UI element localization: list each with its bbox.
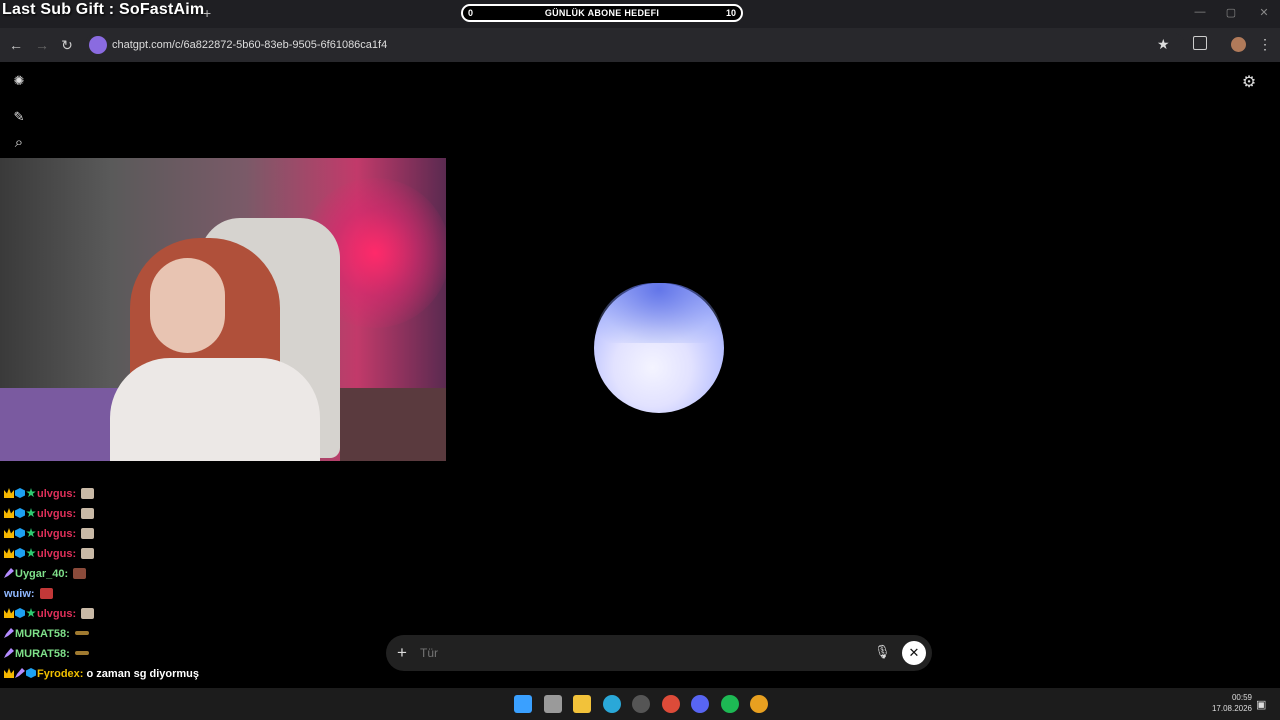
chat-username[interactable]: Uygar_40 <box>15 568 65 580</box>
voice-mode-orb-highlight <box>594 283 724 343</box>
chat-username[interactable]: ulvgus <box>37 528 72 540</box>
notification-icon[interactable]: ▣ <box>1256 698 1266 711</box>
chat-text: o zaman sg diyormuş <box>86 668 200 680</box>
chat-emote <box>81 488 95 499</box>
streamer-webcam <box>0 158 446 461</box>
sword-badge-icon <box>4 568 14 578</box>
cube-badge-icon <box>15 508 25 518</box>
obs-icon[interactable] <box>632 695 650 713</box>
chat-username[interactable]: ulvgus <box>37 488 72 500</box>
reload-button[interactable]: ↻ <box>58 36 76 54</box>
forward-button[interactable]: → <box>33 36 51 54</box>
extensions-icon[interactable] <box>1193 36 1207 50</box>
chat-message: Fyrodex: o zaman sg diyormuş <box>4 668 199 680</box>
site-info-icon[interactable] <box>89 36 107 54</box>
subscriber-goal-bar: 0 GÜNLÜK ABONE HEDEFI 10 <box>461 4 743 22</box>
chat-emote <box>74 651 89 655</box>
chat-emote <box>39 588 53 599</box>
cube-badge-icon <box>15 528 25 538</box>
cube-badge-icon <box>15 548 25 558</box>
chat-emote <box>81 608 95 619</box>
chat-message: ulvgus: <box>4 608 95 620</box>
crown-badge-icon <box>4 608 14 618</box>
mic-off-icon[interactable]: 🎙 <box>874 644 891 660</box>
browser-menu-icon[interactable]: ⋮ <box>1258 36 1272 53</box>
chat-message: MURAT58: <box>4 628 89 640</box>
star-badge-icon <box>26 608 36 618</box>
edge-icon[interactable] <box>603 695 621 713</box>
crown-badge-icon <box>4 528 14 538</box>
chat-message: wuiw: <box>4 588 53 600</box>
chat-message: ulvgus: <box>4 548 95 560</box>
cube-badge-icon <box>15 488 25 498</box>
profile-avatar[interactable] <box>1231 37 1246 52</box>
chat-message: ulvgus: <box>4 528 95 540</box>
chat-message: Uygar_40: <box>4 568 87 580</box>
end-voice-button[interactable]: ✕ <box>902 641 926 665</box>
file-explorer-icon[interactable] <box>573 695 591 713</box>
chat-username[interactable]: Fyrodex <box>37 668 80 680</box>
crown-badge-icon <box>4 668 14 678</box>
star-badge-icon <box>26 528 36 538</box>
close-window-button[interactable]: ✕ <box>1254 6 1274 22</box>
chat-emote <box>81 548 95 559</box>
chat-message: ulvgus: <box>4 488 95 500</box>
chat-username[interactable]: ulvgus <box>37 548 72 560</box>
stream-overlay-title: Last Sub Gift : SoFastAim <box>2 1 205 18</box>
windows-start-icon[interactable] <box>514 695 532 713</box>
discord-icon[interactable] <box>691 695 709 713</box>
new-tab-button[interactable]: + <box>203 5 211 21</box>
search-icon[interactable]: ⌕ <box>10 134 28 152</box>
chat-emote <box>81 508 95 519</box>
chat-emote <box>73 568 87 579</box>
chat-emote <box>74 631 89 635</box>
goal-label: GÜNLÜK ABONE HEDEFI <box>544 8 660 18</box>
star-badge-icon <box>26 508 36 518</box>
chrome-icon[interactable] <box>750 695 768 713</box>
crown-badge-icon <box>4 508 14 518</box>
chat-message: MURAT58: <box>4 648 89 660</box>
crown-badge-icon <box>4 488 14 498</box>
chat-username[interactable]: MURAT58 <box>15 648 66 660</box>
message-input[interactable] <box>420 646 860 660</box>
goal-target: 10 <box>725 8 736 18</box>
sword-badge-icon <box>4 628 14 638</box>
chrome-icon[interactable] <box>662 695 680 713</box>
chat-emote <box>81 528 95 539</box>
chat-username[interactable]: MURAT58 <box>15 628 66 640</box>
sword-badge-icon <box>15 668 25 678</box>
star-badge-icon <box>26 548 36 558</box>
url-text[interactable]: chatgpt.com/c/6a822872-5b60-83eb-9505-6f… <box>112 39 387 51</box>
bookmark-star-icon[interactable]: ★ <box>1157 36 1170 53</box>
chat-username[interactable]: wuiw <box>4 588 31 600</box>
clock-time[interactable]: 00:59 <box>1210 693 1252 702</box>
cube-badge-icon <box>15 608 25 618</box>
chat-message: ulvgus: <box>4 508 95 520</box>
star-badge-icon <box>26 488 36 498</box>
cube-badge-icon <box>26 668 36 678</box>
minimize-button[interactable]: — <box>1190 6 1210 22</box>
task-view-icon[interactable] <box>544 695 562 713</box>
spotify-icon[interactable] <box>721 695 739 713</box>
clock-date[interactable]: 17.08.2026 <box>1208 704 1252 713</box>
crown-badge-icon <box>4 548 14 558</box>
chat-username[interactable]: ulvgus <box>37 608 72 620</box>
plus-icon[interactable]: + <box>397 644 407 661</box>
back-button[interactable]: ← <box>7 36 25 54</box>
maximize-button[interactable]: ▢ <box>1221 6 1241 22</box>
openai-logo-icon[interactable]: ✺ <box>10 72 28 90</box>
new-chat-icon[interactable]: ✎ <box>10 108 28 126</box>
sword-badge-icon <box>4 648 14 658</box>
chat-username[interactable]: ulvgus <box>37 508 72 520</box>
voice-settings-icon[interactable]: ⚙ <box>1240 72 1258 91</box>
